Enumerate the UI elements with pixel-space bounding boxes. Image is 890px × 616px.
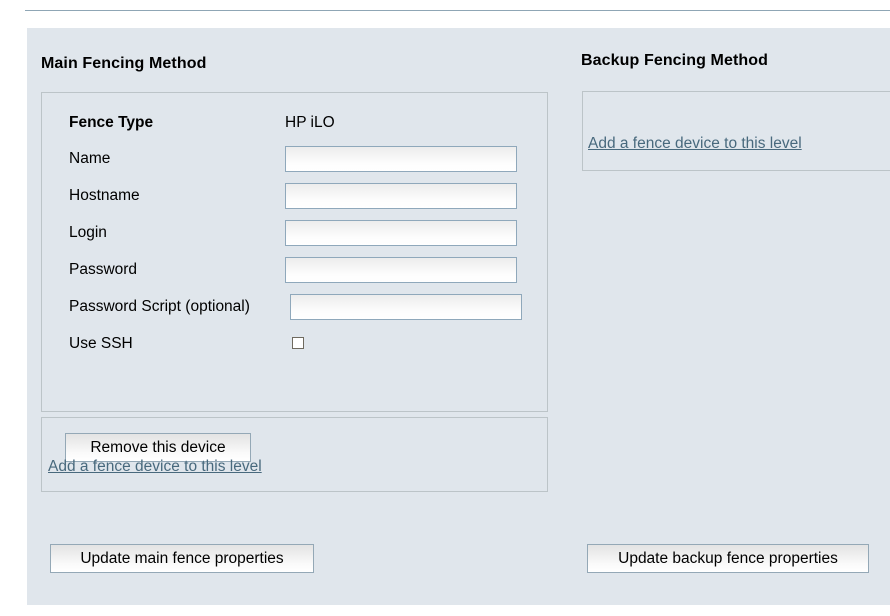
backup-add-level-box: [582, 91, 890, 171]
use-ssh-checkbox[interactable]: [292, 337, 304, 349]
fence-device-box: Fence Type HP iLO Name Hostname Login Pa…: [41, 92, 548, 462]
field-row-password: Password: [42, 257, 547, 297]
main-fencing-column: Main Fencing Method Fence Type HP iLO Na…: [27, 28, 555, 605]
hostname-label: Hostname: [69, 187, 140, 204]
backup-fencing-title: Backup Fencing Method: [581, 52, 768, 69]
fencing-method-panel: Main Fencing Method Fence Type HP iLO Na…: [27, 28, 890, 605]
fence-device-form: Fence Type HP iLO Name Hostname Login Pa…: [42, 93, 547, 411]
field-row-hostname: Hostname: [42, 183, 547, 223]
update-backup-fence-properties-button[interactable]: Update backup fence properties: [587, 544, 869, 573]
page-root: Main Fencing Method Fence Type HP iLO Na…: [0, 0, 890, 616]
main-add-fence-device-link[interactable]: Add a fence device to this level: [48, 458, 262, 476]
field-row-name: Name: [42, 146, 547, 186]
password-script-label: Password Script (optional): [69, 298, 250, 315]
main-add-level-box: [41, 417, 548, 492]
login-label: Login: [69, 224, 107, 241]
name-label: Name: [69, 150, 111, 167]
login-input[interactable]: [285, 220, 517, 246]
fence-type-value: HP iLO: [285, 114, 335, 131]
password-input[interactable]: [285, 257, 517, 283]
field-row-login: Login: [42, 220, 547, 260]
top-divider: [25, 10, 890, 11]
backup-fencing-column: Backup Fencing Method Add a fence device…: [555, 28, 890, 605]
main-fencing-title: Main Fencing Method: [41, 55, 207, 72]
password-script-input[interactable]: [290, 294, 522, 320]
backup-add-fence-device-link[interactable]: Add a fence device to this level: [588, 135, 802, 153]
hostname-input[interactable]: [285, 183, 517, 209]
update-main-fence-properties-button[interactable]: Update main fence properties: [50, 544, 314, 573]
fence-type-label: Fence Type: [69, 114, 154, 131]
name-input[interactable]: [285, 146, 517, 172]
field-row-fence-type: Fence Type HP iLO: [42, 113, 547, 150]
field-row-password-script: Password Script (optional): [42, 294, 547, 334]
use-ssh-label: Use SSH: [69, 335, 133, 352]
field-row-use-ssh: Use SSH: [42, 334, 547, 371]
password-label: Password: [69, 261, 138, 278]
